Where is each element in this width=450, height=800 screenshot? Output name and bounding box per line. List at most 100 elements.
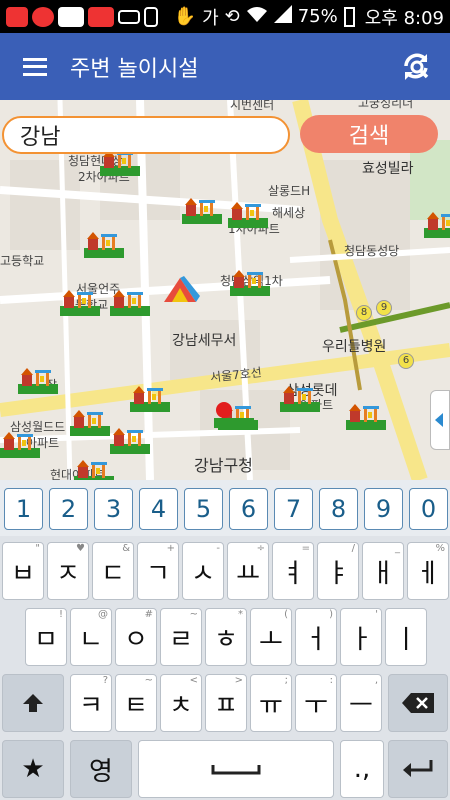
- key-sublabel: (: [284, 609, 288, 620]
- key-sublabel: !: [58, 609, 63, 620]
- key-r1-0[interactable]: ㅂ ": [2, 542, 44, 600]
- key-r2-0[interactable]: ㅁ!: [25, 608, 67, 666]
- hand-icon: ✋: [173, 6, 197, 27]
- backspace-key[interactable]: [388, 674, 448, 732]
- key-r2-2[interactable]: ㅇ #: [115, 608, 157, 666]
- search-button-label: 검색: [348, 124, 390, 149]
- space-key[interactable]: [138, 740, 334, 798]
- enter-key[interactable]: [388, 740, 448, 798]
- key-sublabel: /: [351, 543, 355, 554]
- app-icon-2: [88, 6, 114, 27]
- key-6[interactable]: 6: [229, 488, 268, 530]
- shift-key[interactable]: [2, 674, 64, 732]
- key-sublabel: <: [189, 675, 198, 686]
- key-0[interactable]: 0: [409, 488, 448, 530]
- key-r3-0[interactable]: ㅋ?: [70, 674, 112, 732]
- key-r2-4[interactable]: ㅎ *: [205, 608, 247, 666]
- key-label: ㅓ: [304, 624, 328, 655]
- page-title: 주변 놀이시설: [70, 56, 199, 82]
- playground-marker[interactable]: [230, 268, 270, 296]
- language-key[interactable]: 영: [70, 740, 132, 798]
- space-icon: [211, 765, 261, 775]
- tent-marker[interactable]: [162, 276, 202, 304]
- playground-marker[interactable]: [130, 384, 170, 412]
- key-r1-2[interactable]: ㄷ &: [92, 542, 134, 600]
- key-r1-8[interactable]: ㅐ _: [362, 542, 404, 600]
- playground-marker[interactable]: [18, 366, 58, 394]
- playground-marker[interactable]: [228, 200, 268, 228]
- map-label: 고등학교: [0, 254, 45, 268]
- key-r3-5[interactable]: ㅜ:: [295, 674, 337, 732]
- key-5[interactable]: 5: [184, 488, 223, 530]
- key-8[interactable]: 8: [319, 488, 358, 530]
- wifi-icon: [246, 6, 268, 27]
- key-r2-5[interactable]: ㅗ(: [250, 608, 292, 666]
- backspace-icon: [402, 693, 434, 713]
- metro-station-9: 9: [376, 300, 392, 316]
- location-pin-marker[interactable]: [214, 400, 254, 428]
- playground-marker[interactable]: [280, 384, 320, 412]
- key-3[interactable]: 3: [94, 488, 133, 530]
- key-r2-8[interactable]: ㅣ: [385, 608, 427, 666]
- key-4[interactable]: 4: [139, 488, 178, 530]
- key-r3-4[interactable]: ㅠ;: [250, 674, 292, 732]
- key-label: ㅔ: [416, 558, 440, 589]
- search-button[interactable]: 검색: [300, 115, 438, 153]
- star-key[interactable]: ★: [2, 740, 64, 798]
- playground-marker[interactable]: [84, 230, 124, 258]
- notification-icon-1: [6, 6, 28, 27]
- key-r3-1[interactable]: ㅌ ~: [115, 674, 157, 732]
- key-label: ㅋ: [79, 690, 103, 721]
- playground-marker[interactable]: [0, 430, 40, 458]
- key-r1-1[interactable]: ㅈ ♥: [47, 542, 89, 600]
- playground-marker[interactable]: [74, 458, 114, 480]
- key-label: ㅕ: [281, 558, 305, 589]
- playground-marker[interactable]: [424, 210, 450, 238]
- key-label: ㅜ: [304, 690, 328, 721]
- key-r3-2[interactable]: ㅊ <: [160, 674, 202, 732]
- key-label: ㄷ: [101, 558, 125, 589]
- ime-indicator: 가: [202, 7, 219, 29]
- key-2[interactable]: 2: [49, 488, 88, 530]
- key-r1-5[interactable]: ㅛ ÷: [227, 542, 269, 600]
- playground-marker[interactable]: [60, 288, 100, 316]
- clock: 오후 8:09: [364, 7, 444, 29]
- key-r1-6[interactable]: ㅕ =: [272, 542, 314, 600]
- key-label: ㅐ: [371, 558, 395, 589]
- punctuation-key[interactable]: .,: [340, 740, 384, 798]
- map-label: 살롱드H: [268, 184, 311, 198]
- key-r3-3[interactable]: ㅍ >: [205, 674, 247, 732]
- key-r1-7[interactable]: ㅑ /: [317, 542, 359, 600]
- search-input[interactable]: 강남: [2, 116, 290, 154]
- playground-marker[interactable]: [70, 408, 110, 436]
- playground-marker[interactable]: [110, 426, 150, 454]
- menu-icon[interactable]: [0, 33, 70, 100]
- key-label: ㄴ: [79, 624, 103, 655]
- key-r1-4[interactable]: ㅅ-: [182, 542, 224, 600]
- battery-percent: 75%: [297, 6, 338, 27]
- refresh-search-icon[interactable]: [400, 50, 434, 84]
- key-r2-1[interactable]: ㄴ @: [70, 608, 112, 666]
- map-label: 강남세무서: [172, 333, 237, 349]
- key-1[interactable]: 1: [4, 488, 43, 530]
- playground-marker[interactable]: [346, 402, 386, 430]
- metro-station-8: 8: [356, 305, 372, 321]
- side-panel-tab[interactable]: [430, 390, 450, 450]
- playground-marker[interactable]: [110, 288, 150, 316]
- key-r2-3[interactable]: ㄹ ~: [160, 608, 202, 666]
- key-9[interactable]: 9: [364, 488, 403, 530]
- key-7[interactable]: 7: [274, 488, 313, 530]
- key-r1-9[interactable]: ㅔ%: [407, 542, 449, 600]
- key-label: ㅌ: [124, 690, 148, 721]
- key-r1-3[interactable]: ㄱ +: [137, 542, 179, 600]
- map-view[interactable]: 시번센터 고궁성리더 청담현대상 2차아파트 효성빌라 살롱드H 해세상 1차아…: [0, 100, 450, 480]
- key-label: ㅊ: [169, 690, 193, 721]
- key-r3-6[interactable]: ㅡ,: [340, 674, 382, 732]
- key-r2-7[interactable]: ㅏ ': [340, 608, 382, 666]
- soft-keyboard: 1 2 3 4 5 6 7 8 9 0 ㅂ " ㅈ ♥ ㄷ & ㄱ + ㅅ - ㅛ ÷ ㅕ = ㅑ / ㅐ _ ㅔ% ㅁ! ㄴ @ ㅇ # ㄹ ~ ㅎ *…: [0, 480, 450, 800]
- key-sublabel: ?: [102, 675, 108, 686]
- key-label: ㅣ: [394, 624, 418, 655]
- key-r2-6[interactable]: ㅓ): [295, 608, 337, 666]
- playground-marker[interactable]: [182, 196, 222, 224]
- map-label: 고궁성리더: [358, 100, 414, 110]
